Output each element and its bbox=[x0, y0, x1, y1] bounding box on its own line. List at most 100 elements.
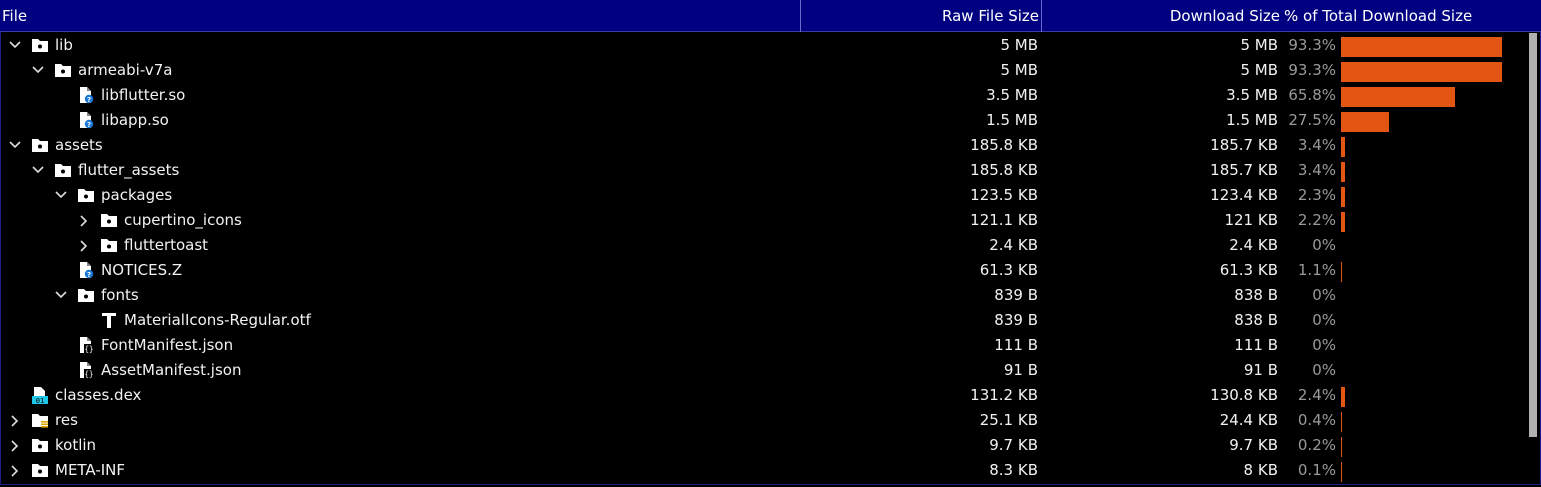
chevron-right-icon[interactable] bbox=[8, 458, 22, 483]
download-percent: 0% bbox=[1312, 336, 1336, 354]
tree-row[interactable]: ? libflutter.so 3.5 MB 3.5 MB 65.8% bbox=[0, 83, 1526, 108]
folder-icon bbox=[54, 162, 72, 179]
tree-row-name: classes.dex bbox=[55, 386, 142, 404]
folder-icon bbox=[77, 287, 95, 304]
chevron-down-icon[interactable] bbox=[54, 183, 68, 208]
tree-row[interactable]: packages 123.5 KB 123.4 KB 2.3% bbox=[0, 183, 1526, 208]
download-percent: 27.5% bbox=[1288, 111, 1336, 129]
raw-file-size: 8.3 KB bbox=[989, 461, 1038, 479]
chevron-down-icon[interactable] bbox=[8, 33, 22, 58]
folder-icon bbox=[31, 37, 49, 54]
folder-icon bbox=[100, 237, 118, 254]
tree-row-name: assets bbox=[55, 136, 103, 154]
tree-row-name: AssetManifest.json bbox=[101, 361, 242, 379]
raw-file-size: 839 B bbox=[994, 286, 1038, 304]
raw-file-size: 1.5 MB bbox=[986, 111, 1038, 129]
download-size: 111 B bbox=[1234, 336, 1278, 354]
download-size: 185.7 KB bbox=[1210, 136, 1278, 154]
chevron-right-icon[interactable] bbox=[8, 408, 22, 433]
svg-text:{}: {} bbox=[84, 370, 93, 379]
raw-file-size: 2.4 KB bbox=[989, 236, 1038, 254]
download-size: 838 B bbox=[1234, 286, 1278, 304]
unknown-file-icon: ? bbox=[77, 87, 95, 104]
download-size: 185.7 KB bbox=[1210, 161, 1278, 179]
tree-row-name: lib bbox=[55, 36, 73, 54]
folder-icon bbox=[31, 462, 49, 479]
unknown-file-icon: ? bbox=[77, 262, 95, 279]
download-size: 2.4 KB bbox=[1229, 236, 1278, 254]
column-header-download-size[interactable]: Download Size bbox=[1042, 0, 1282, 32]
chevron-right-icon[interactable] bbox=[77, 233, 91, 258]
tree-row-name: libflutter.so bbox=[101, 86, 186, 104]
tree-row[interactable]: fluttertoast 2.4 KB 2.4 KB 0% bbox=[0, 233, 1526, 258]
size-share-bar bbox=[1341, 262, 1342, 282]
column-header-raw-size[interactable]: Raw File Size bbox=[801, 0, 1042, 32]
raw-file-size: 61.3 KB bbox=[979, 261, 1038, 279]
download-size: 121 KB bbox=[1224, 211, 1278, 229]
column-header: File Raw File Size Download Size % of To… bbox=[0, 0, 1541, 32]
tree-row[interactable]: kotlin 9.7 KB 9.7 KB 0.2% bbox=[0, 433, 1526, 458]
download-size: 838 B bbox=[1234, 311, 1278, 329]
tree-row[interactable]: armeabi-v7a 5 MB 5 MB 93.3% bbox=[0, 58, 1526, 83]
download-size: 123.4 KB bbox=[1210, 186, 1278, 204]
tree-row[interactable]: {} FontManifest.json 111 B 111 B 0% bbox=[0, 333, 1526, 358]
tree-row[interactable]: fonts 839 B 838 B 0% bbox=[0, 283, 1526, 308]
raw-file-size: 121.1 KB bbox=[970, 211, 1038, 229]
chevron-down-icon[interactable] bbox=[31, 58, 45, 83]
size-share-bar bbox=[1341, 387, 1345, 407]
column-header-file[interactable]: File bbox=[0, 0, 801, 32]
raw-file-size: 123.5 KB bbox=[970, 186, 1038, 204]
chevron-down-icon[interactable] bbox=[8, 133, 22, 158]
download-percent: 0% bbox=[1312, 361, 1336, 379]
download-percent: 1.1% bbox=[1297, 261, 1336, 279]
tree-row-name: kotlin bbox=[55, 436, 97, 454]
folder-icon bbox=[77, 187, 95, 204]
tree-row[interactable]: 01 classes.dex 131.2 KB 130.8 KB 2.4% bbox=[0, 383, 1526, 408]
tree-row[interactable]: cupertino_icons 121.1 KB 121 KB 2.2% bbox=[0, 208, 1526, 233]
chevron-down-icon[interactable] bbox=[54, 283, 68, 308]
raw-file-size: 185.8 KB bbox=[970, 136, 1038, 154]
raw-file-size: 839 B bbox=[994, 311, 1038, 329]
tree-row[interactable]: META-INF 8.3 KB 8 KB 0.1% bbox=[0, 458, 1526, 483]
download-percent: 93.3% bbox=[1288, 36, 1336, 54]
tree-row[interactable]: ? libapp.so 1.5 MB 1.5 MB 27.5% bbox=[0, 108, 1526, 133]
svg-text:?: ? bbox=[87, 271, 91, 279]
folder-icon bbox=[31, 437, 49, 454]
tree-row-name: res bbox=[55, 411, 78, 429]
chevron-right-icon[interactable] bbox=[77, 208, 91, 233]
download-percent: 93.3% bbox=[1288, 61, 1336, 79]
tree-row[interactable]: assets 185.8 KB 185.7 KB 3.4% bbox=[0, 133, 1526, 158]
tree-row[interactable]: lib 5 MB 5 MB 93.3% bbox=[0, 33, 1526, 58]
download-size: 8 KB bbox=[1243, 461, 1278, 479]
chevron-down-icon[interactable] bbox=[31, 158, 45, 183]
download-percent: 0% bbox=[1312, 311, 1336, 329]
chevron-right-icon[interactable] bbox=[8, 433, 22, 458]
font-file-icon bbox=[100, 312, 118, 329]
download-percent: 0.1% bbox=[1297, 461, 1336, 479]
size-share-bar bbox=[1341, 137, 1345, 157]
download-size: 91 B bbox=[1243, 361, 1278, 379]
scrollbar-thumb[interactable] bbox=[1529, 33, 1537, 437]
download-size: 130.8 KB bbox=[1210, 386, 1278, 404]
tree-row[interactable]: MaterialIcons-Regular.otf 839 B 838 B 0% bbox=[0, 308, 1526, 333]
tree-row-name: NOTICES.Z bbox=[101, 261, 183, 279]
download-percent: 2.4% bbox=[1297, 386, 1336, 404]
size-share-bar bbox=[1341, 412, 1342, 432]
svg-text:{}: {} bbox=[84, 345, 93, 354]
raw-file-size: 9.7 KB bbox=[989, 436, 1038, 454]
size-share-bar bbox=[1341, 437, 1342, 457]
size-share-bar bbox=[1341, 112, 1389, 132]
raw-file-size: 131.2 KB bbox=[970, 386, 1038, 404]
folder-icon bbox=[54, 62, 72, 79]
tree-row[interactable]: flutter_assets 185.8 KB 185.7 KB 3.4% bbox=[0, 158, 1526, 183]
size-share-bar bbox=[1341, 37, 1502, 57]
size-share-bar bbox=[1341, 162, 1345, 182]
tree-row[interactable]: ? NOTICES.Z 61.3 KB 61.3 KB 1.1% bbox=[0, 258, 1526, 283]
size-share-bar bbox=[1341, 462, 1342, 482]
download-size: 1.5 MB bbox=[1226, 111, 1278, 129]
column-header-percent[interactable]: % of Total Download Size bbox=[1282, 0, 1541, 32]
tree-row[interactable]: {} AssetManifest.json 91 B 91 B 0% bbox=[0, 358, 1526, 383]
tree-row-name: FontManifest.json bbox=[101, 336, 234, 354]
tree-row[interactable]: res 25.1 KB 24.4 KB 0.4% bbox=[0, 408, 1526, 433]
download-percent: 2.3% bbox=[1297, 186, 1336, 204]
